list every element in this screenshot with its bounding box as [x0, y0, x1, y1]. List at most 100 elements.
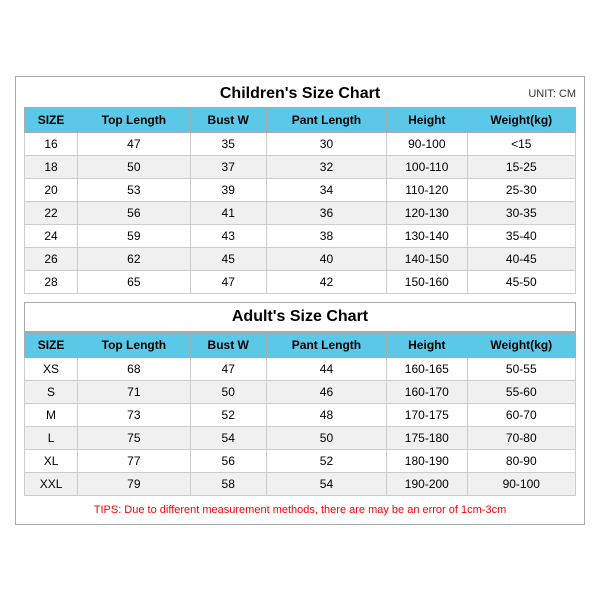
table-cell: 44: [266, 357, 386, 380]
children-col-pant: Pant Length: [266, 107, 386, 132]
table-cell: 22: [25, 201, 78, 224]
children-col-size: SIZE: [25, 107, 78, 132]
table-cell: 160-170: [387, 380, 467, 403]
tips-text: TIPS: Due to different measurement metho…: [24, 504, 576, 516]
table-cell: L: [25, 426, 78, 449]
table-cell: <15: [467, 132, 575, 155]
table-cell: 47: [78, 132, 191, 155]
table-cell: 32: [266, 155, 386, 178]
table-cell: 30-35: [467, 201, 575, 224]
table-cell: 56: [78, 201, 191, 224]
table-cell: 80-90: [467, 449, 575, 472]
table-cell: 47: [190, 270, 266, 293]
table-cell: 42: [266, 270, 386, 293]
table-cell: 56: [190, 449, 266, 472]
table-cell: 75: [78, 426, 191, 449]
table-cell: 30: [266, 132, 386, 155]
table-cell: 45: [190, 247, 266, 270]
table-cell: 28: [25, 270, 78, 293]
table-cell: 150-160: [387, 270, 467, 293]
children-col-top: Top Length: [78, 107, 191, 132]
table-cell: 100-110: [387, 155, 467, 178]
table-row: 20533934110-12025-30: [25, 178, 576, 201]
table-cell: 160-165: [387, 357, 467, 380]
table-cell: 55-60: [467, 380, 575, 403]
children-header-row: SIZE Top Length Bust W Pant Length Heigh…: [25, 107, 576, 132]
adult-size-table: SIZE Top Length Bust W Pant Length Heigh…: [24, 332, 576, 496]
table-cell: 90-100: [467, 472, 575, 495]
table-row: 26624540140-15040-45: [25, 247, 576, 270]
table-cell: 15-25: [467, 155, 575, 178]
table-cell: 65: [78, 270, 191, 293]
children-col-bust: Bust W: [190, 107, 266, 132]
adult-header-row: SIZE Top Length Bust W Pant Length Heigh…: [25, 332, 576, 357]
table-row: 22564136120-13030-35: [25, 201, 576, 224]
table-cell: 77: [78, 449, 191, 472]
table-cell: 38: [266, 224, 386, 247]
table-cell: 54: [190, 426, 266, 449]
table-cell: 24: [25, 224, 78, 247]
table-cell: 180-190: [387, 449, 467, 472]
table-cell: 16: [25, 132, 78, 155]
table-cell: 58: [190, 472, 266, 495]
table-cell: 50: [190, 380, 266, 403]
table-row: XXL795854190-20090-100: [25, 472, 576, 495]
children-col-weight: Weight(kg): [467, 107, 575, 132]
table-cell: 40: [266, 247, 386, 270]
adult-chart-title: Adult's Size Chart: [24, 302, 576, 332]
table-cell: 190-200: [387, 472, 467, 495]
table-row: L755450175-18070-80: [25, 426, 576, 449]
table-cell: 46: [266, 380, 386, 403]
table-cell: 50-55: [467, 357, 575, 380]
table-cell: 35-40: [467, 224, 575, 247]
table-row: M735248170-17560-70: [25, 403, 576, 426]
children-chart-title: Children's Size Chart: [220, 85, 380, 103]
table-cell: 50: [78, 155, 191, 178]
table-cell: 175-180: [387, 426, 467, 449]
table-cell: 26: [25, 247, 78, 270]
table-row: 1647353090-100<15: [25, 132, 576, 155]
table-cell: 36: [266, 201, 386, 224]
children-size-table: SIZE Top Length Bust W Pant Length Heigh…: [24, 107, 576, 294]
table-cell: 170-175: [387, 403, 467, 426]
adult-col-weight: Weight(kg): [467, 332, 575, 357]
table-cell: M: [25, 403, 78, 426]
table-row: 18503732100-11015-25: [25, 155, 576, 178]
adult-col-height: Height: [387, 332, 467, 357]
table-cell: 52: [266, 449, 386, 472]
table-cell: 45-50: [467, 270, 575, 293]
table-cell: 48: [266, 403, 386, 426]
table-cell: 71: [78, 380, 191, 403]
table-cell: 43: [190, 224, 266, 247]
table-cell: XL: [25, 449, 78, 472]
unit-label: UNIT: CM: [528, 88, 576, 100]
table-cell: 41: [190, 201, 266, 224]
table-cell: 110-120: [387, 178, 467, 201]
table-cell: 140-150: [387, 247, 467, 270]
children-col-height: Height: [387, 107, 467, 132]
table-cell: 120-130: [387, 201, 467, 224]
table-cell: 34: [266, 178, 386, 201]
table-cell: 50: [266, 426, 386, 449]
adult-col-pant: Pant Length: [266, 332, 386, 357]
table-cell: 47: [190, 357, 266, 380]
table-row: XL775652180-19080-90: [25, 449, 576, 472]
adult-col-bust: Bust W: [190, 332, 266, 357]
adult-col-top: Top Length: [78, 332, 191, 357]
table-cell: 37: [190, 155, 266, 178]
table-cell: 18: [25, 155, 78, 178]
table-cell: 60-70: [467, 403, 575, 426]
table-cell: 79: [78, 472, 191, 495]
table-cell: 52: [190, 403, 266, 426]
table-row: XS684744160-16550-55: [25, 357, 576, 380]
table-cell: 73: [78, 403, 191, 426]
size-chart-wrapper: Children's Size Chart UNIT: CM SIZE Top …: [15, 76, 585, 525]
table-cell: 54: [266, 472, 386, 495]
table-cell: S: [25, 380, 78, 403]
table-cell: 62: [78, 247, 191, 270]
table-cell: 40-45: [467, 247, 575, 270]
table-cell: 25-30: [467, 178, 575, 201]
table-cell: 35: [190, 132, 266, 155]
table-cell: 70-80: [467, 426, 575, 449]
table-cell: XXL: [25, 472, 78, 495]
